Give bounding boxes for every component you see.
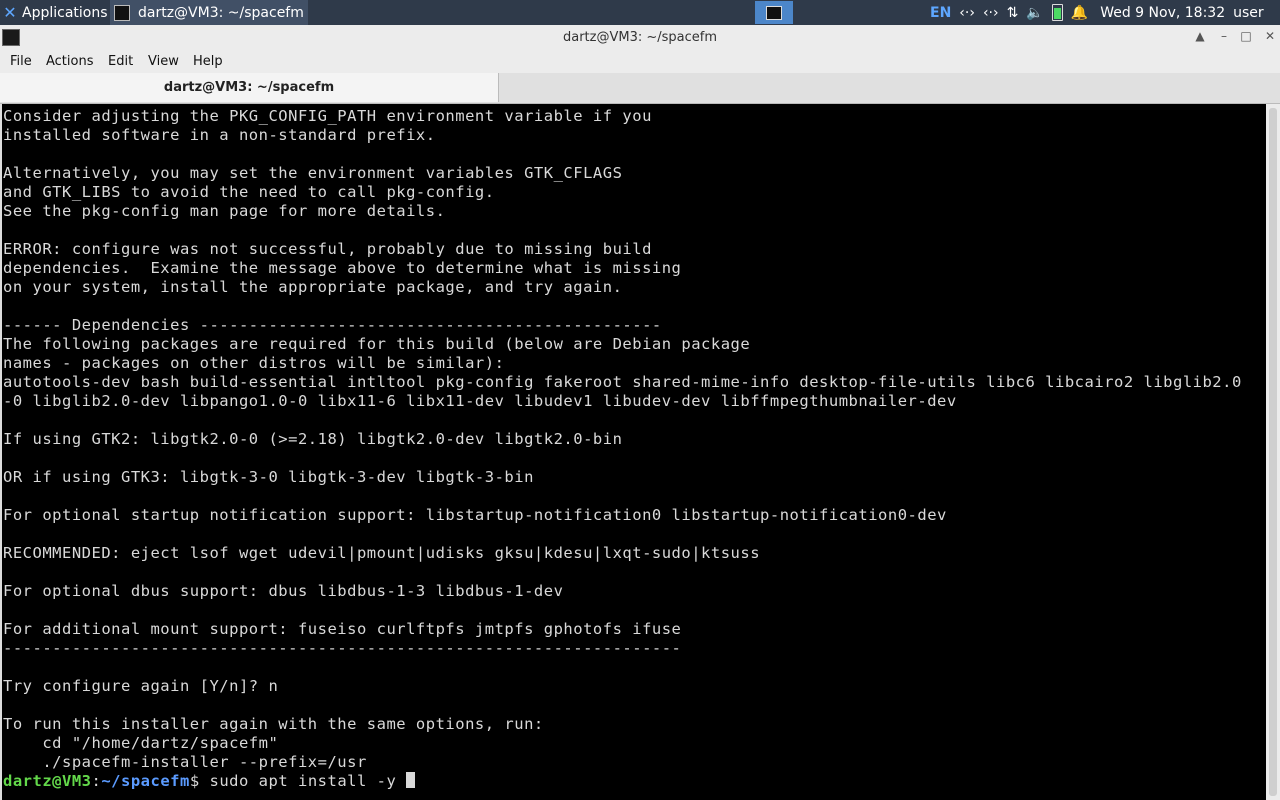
- text-cursor: [406, 772, 416, 788]
- terminal-line: ERROR: configure was not successful, pro…: [3, 240, 652, 258]
- terminal-icon: [766, 5, 782, 20]
- terminal-line: For additional mount support: fuseiso cu…: [3, 620, 682, 638]
- prompt-user-host: dartz@VM3: [3, 772, 92, 790]
- terminal-line: installed software in a non-standard pre…: [3, 126, 436, 144]
- terminal-line: If using GTK2: libgtk2.0-0 (>=2.18) libg…: [3, 430, 623, 448]
- terminal-line: Try configure again [Y/n]? n: [3, 677, 279, 695]
- menu-edit[interactable]: Edit: [108, 54, 133, 69]
- terminal-line: ------ Dependencies --------------------…: [3, 316, 662, 334]
- menu-file[interactable]: File: [10, 54, 32, 69]
- terminal-line: For optional dbus support: dbus libdbus-…: [3, 582, 564, 600]
- network-icon-2[interactable]: ‹·›: [983, 5, 999, 21]
- terminal-line: Alternatively, you may set the environme…: [3, 164, 623, 182]
- terminal-line: names - packages on other distros will b…: [3, 354, 505, 372]
- terminal-line: and GTK_LIBS to avoid the need to call p…: [3, 183, 495, 201]
- terminal-output: Consider adjusting the PKG_CONFIG_PATH e…: [2, 104, 1266, 791]
- top-panel: ✕ Applications dartz@VM3: ~/spacefm EN ‹…: [0, 0, 1280, 25]
- menu-bar: File Actions Edit View Help: [0, 50, 1280, 73]
- terminal-line: cd "/home/dartz/spacefm": [42, 734, 279, 752]
- battery-icon[interactable]: [1051, 4, 1063, 21]
- user-menu[interactable]: user: [1233, 5, 1264, 21]
- terminal-line: For optional startup notification suppor…: [3, 506, 947, 524]
- shade-button[interactable]: ▲: [1192, 28, 1208, 44]
- clock[interactable]: Wed 9 Nov, 18:32: [1100, 5, 1225, 21]
- menu-help[interactable]: Help: [193, 54, 223, 69]
- volume-icon[interactable]: 🔈: [1026, 5, 1043, 21]
- network-icon[interactable]: ‹·›: [959, 5, 975, 21]
- workspace-terminal-button[interactable]: [755, 1, 793, 24]
- applications-label: Applications: [22, 4, 108, 21]
- terminal-line: ----------------------------------------…: [3, 639, 682, 657]
- terminal-line: -0 libglib2.0-dev libpango1.0-0 libx11-6…: [3, 392, 957, 410]
- terminal-line: To run this installer again with the sam…: [3, 715, 544, 733]
- terminal-area[interactable]: Consider adjusting the PKG_CONFIG_PATH e…: [0, 104, 1266, 800]
- terminal-line: dependencies. Examine the message above …: [3, 259, 682, 277]
- terminal-line: OR if using GTK3: libgtk-3-0 libgtk-3-de…: [3, 468, 534, 486]
- prompt-symbol: $: [189, 772, 210, 790]
- terminal-line: See the pkg-config man page for more det…: [3, 202, 446, 220]
- prompt-path: ~/spacefm: [101, 772, 190, 790]
- window-titlebar[interactable]: dartz@VM3: ~/spacefm ▲ – □ ✕: [0, 25, 1280, 50]
- maximize-button[interactable]: □: [1238, 28, 1254, 44]
- terminal-line: The following packages are required for …: [3, 335, 751, 353]
- minimize-button[interactable]: –: [1216, 28, 1232, 44]
- keyboard-layout-indicator[interactable]: EN: [930, 5, 951, 21]
- terminal-line: Consider adjusting the PKG_CONFIG_PATH e…: [3, 107, 652, 125]
- applications-menu-button[interactable]: ✕ Applications: [0, 0, 108, 25]
- terminal-icon: [114, 4, 130, 21]
- terminal-line: on your system, install the appropriate …: [3, 278, 623, 296]
- taskbar-window-title: dartz@VM3: ~/spacefm: [138, 4, 304, 21]
- terminal-lines: Consider adjusting the PKG_CONFIG_PATH e…: [3, 107, 1242, 771]
- menu-actions[interactable]: Actions: [46, 54, 94, 69]
- xfce-logo-icon: ✕: [3, 3, 17, 22]
- tab-bar: dartz@VM3: ~/spacefm: [0, 73, 1280, 104]
- terminal-scrollbar[interactable]: [1266, 104, 1280, 800]
- notification-bell-icon[interactable]: 🔔: [1071, 5, 1088, 21]
- terminal-tab[interactable]: dartz@VM3: ~/spacefm: [0, 73, 499, 102]
- terminal-line: autotools-dev bash build-essential intlt…: [3, 373, 1242, 391]
- scrollbar-thumb[interactable]: [1269, 108, 1277, 796]
- system-tray: EN ‹·› ‹·› ⇅ 🔈 🔔 Wed 9 Nov, 18:32 user: [930, 0, 1272, 25]
- prompt-separator: :: [91, 772, 102, 790]
- window-title: dartz@VM3: ~/spacefm: [562, 30, 718, 45]
- terminal-line: ./spacefm-installer --prefix=/usr: [42, 753, 367, 771]
- taskbar-window-button[interactable]: dartz@VM3: ~/spacefm: [110, 0, 308, 25]
- menu-view[interactable]: View: [148, 54, 179, 69]
- command-input[interactable]: sudo apt install -y: [210, 772, 407, 790]
- transfer-icon[interactable]: ⇅: [1007, 5, 1019, 21]
- terminal-line: RECOMMENDED: eject lsof wget udevil|pmou…: [3, 544, 761, 562]
- close-button[interactable]: ✕: [1262, 28, 1278, 44]
